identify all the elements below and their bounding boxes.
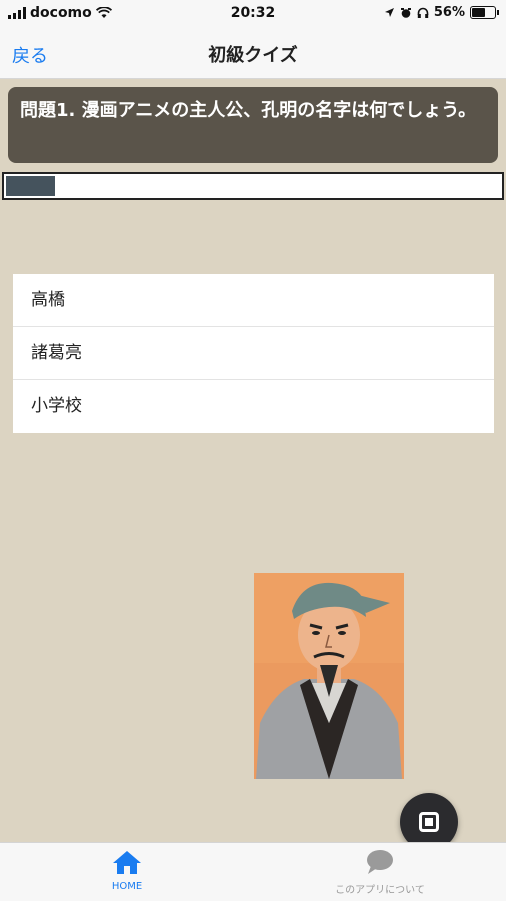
status-right: 56% <box>384 5 499 20</box>
location-arrow-icon <box>384 8 394 17</box>
question-card: 問題1. 漫画アニメの主人公、孔明の名字は何でしょう。 <box>8 87 498 163</box>
timer-progress-bar <box>2 172 504 200</box>
tab-about-app[interactable]: このアプリについて <box>300 849 460 896</box>
headphones-icon <box>417 7 429 18</box>
battery-percent: 56% <box>433 5 465 20</box>
page-title: 初級クイズ <box>208 45 298 66</box>
character-portrait <box>254 573 404 779</box>
answer-option[interactable]: 小学校 <box>13 380 494 433</box>
home-icon <box>113 851 141 874</box>
answer-option[interactable]: 高橋 <box>13 274 494 327</box>
alarm-icon <box>400 7 411 18</box>
question-text: 問題1. 漫画アニメの主人公、孔明の名字は何でしょう。 <box>20 100 477 121</box>
answer-list: 高橋 諸葛亮 小学校 <box>13 274 494 433</box>
progress-fill <box>6 176 56 196</box>
navigation-bar: 戻る 初級クイズ <box>0 28 506 79</box>
speech-bubble-icon <box>367 850 393 874</box>
status-bar: docomo 20:32 56% <box>0 0 506 28</box>
tab-bar: HOME このアプリについて <box>0 842 506 901</box>
battery-icon <box>470 6 499 19</box>
tab-about-label: このアプリについて <box>335 885 425 896</box>
tab-home-label: HOME <box>111 881 143 892</box>
stop-square-icon <box>419 812 439 832</box>
answer-option[interactable]: 諸葛亮 <box>13 327 494 380</box>
tab-home[interactable]: HOME <box>47 849 207 892</box>
